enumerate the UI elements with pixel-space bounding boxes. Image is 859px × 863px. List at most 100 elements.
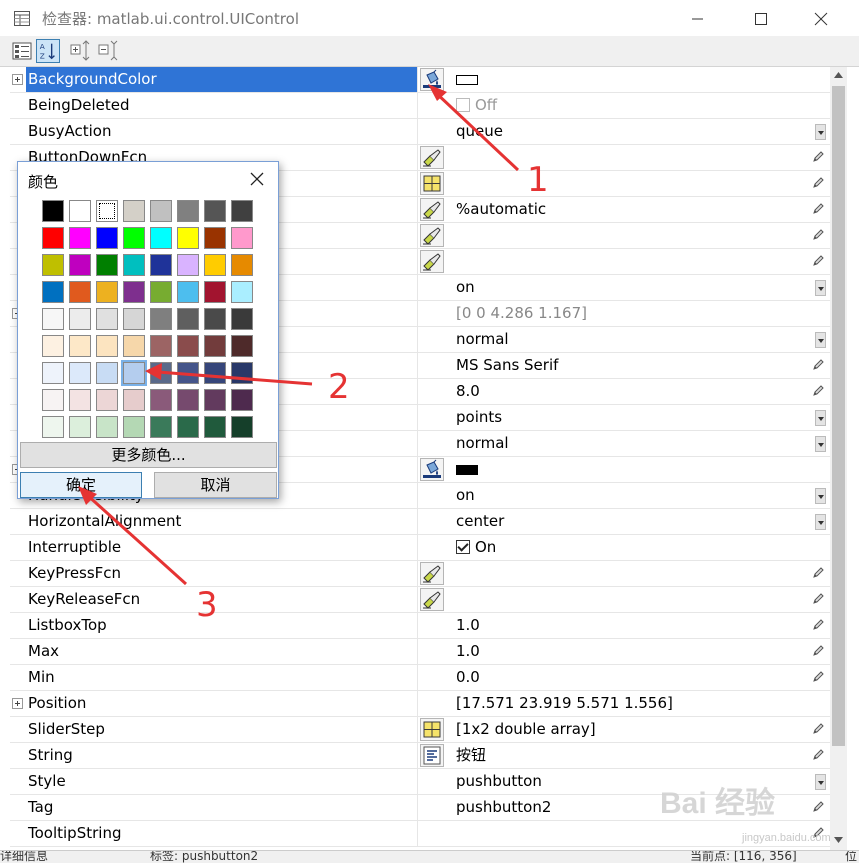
color-swatch-cell[interactable] <box>96 227 118 249</box>
pencil-icon[interactable] <box>812 593 824 605</box>
color-swatch-cell[interactable] <box>150 389 172 411</box>
color-swatch-cell[interactable] <box>121 360 147 386</box>
color-swatch-cell[interactable] <box>177 227 199 249</box>
paint-bucket-icon[interactable] <box>420 68 444 91</box>
dialog-close-icon[interactable] <box>248 170 266 188</box>
color-swatch-cell[interactable] <box>150 200 172 222</box>
pencil-icon[interactable] <box>812 671 824 683</box>
property-value[interactable]: center <box>456 509 806 534</box>
color-swatch-cell[interactable] <box>123 254 145 276</box>
property-value[interactable]: [1x2 double array] <box>456 717 806 742</box>
color-swatch-cell[interactable] <box>69 281 91 303</box>
callback-editor-icon[interactable] <box>420 198 444 221</box>
property-value[interactable]: MS Sans Serif <box>456 353 806 378</box>
color-swatch-cell[interactable] <box>231 281 253 303</box>
pencil-icon[interactable] <box>812 151 824 163</box>
pencil-icon[interactable] <box>812 619 824 631</box>
callback-editor-icon[interactable] <box>420 224 444 247</box>
color-swatch-cell[interactable] <box>96 200 118 222</box>
property-value[interactable] <box>456 561 806 586</box>
maximize-icon[interactable] <box>740 6 782 32</box>
callback-editor-icon[interactable] <box>420 562 444 585</box>
property-value[interactable] <box>456 145 806 170</box>
property-row[interactable]: BeingDeleted Off <box>10 93 830 119</box>
property-value[interactable]: queue <box>456 119 806 144</box>
property-value[interactable] <box>456 249 806 274</box>
property-value[interactable] <box>456 223 806 248</box>
color-swatch-cell[interactable] <box>204 200 226 222</box>
property-row[interactable]: KeyPressFcn <box>10 561 830 587</box>
property-value[interactable]: 按钮 <box>456 743 806 768</box>
property-value[interactable]: 0.0 <box>456 665 806 690</box>
color-swatch-cell[interactable] <box>231 200 253 222</box>
color-swatch-cell[interactable] <box>96 308 118 330</box>
property-row[interactable]: Max 1.0 <box>10 639 830 665</box>
color-swatch-cell[interactable] <box>96 254 118 276</box>
pencil-icon[interactable] <box>812 229 824 241</box>
expand-all-icon[interactable] <box>68 39 92 63</box>
array-editor-icon[interactable] <box>420 172 444 195</box>
property-value[interactable] <box>456 457 806 482</box>
sort-alpha-icon[interactable]: A Z <box>36 39 60 63</box>
pencil-icon[interactable] <box>812 801 824 813</box>
color-swatch-cell[interactable] <box>69 254 91 276</box>
expand-icon[interactable] <box>12 698 23 709</box>
property-value[interactable]: normal <box>456 431 806 456</box>
checkbox[interactable] <box>456 540 470 554</box>
dropdown-arrow-icon[interactable] <box>815 436 826 452</box>
minimize-icon[interactable] <box>676 6 718 32</box>
color-swatch-cell[interactable] <box>204 389 226 411</box>
color-swatch-cell[interactable] <box>69 362 91 384</box>
color-swatch-cell[interactable] <box>231 227 253 249</box>
color-swatch-cell[interactable] <box>42 227 64 249</box>
more-colors-button[interactable]: 更多颜色... <box>20 442 277 468</box>
checkbox[interactable] <box>456 98 470 112</box>
dropdown-arrow-icon[interactable] <box>815 124 826 140</box>
color-swatch-cell[interactable] <box>231 362 253 384</box>
array-editor-icon[interactable] <box>420 718 444 741</box>
dropdown-arrow-icon[interactable] <box>815 280 826 296</box>
pencil-icon[interactable] <box>812 749 824 761</box>
color-swatch-cell[interactable] <box>96 362 118 384</box>
property-value[interactable] <box>456 67 806 92</box>
property-value[interactable]: [17.571 23.919 5.571 1.556] <box>456 691 806 716</box>
color-swatch-cell[interactable] <box>123 416 145 438</box>
color-swatch-cell[interactable] <box>150 227 172 249</box>
dropdown-arrow-icon[interactable] <box>815 774 826 790</box>
property-value[interactable]: [0 0 4.286 1.167] <box>456 301 806 326</box>
dropdown-arrow-icon[interactable] <box>815 488 826 504</box>
color-swatch-cell[interactable] <box>96 416 118 438</box>
color-swatch-cell[interactable] <box>123 281 145 303</box>
paint-bucket-icon[interactable] <box>420 458 444 481</box>
property-row[interactable]: Min 0.0 <box>10 665 830 691</box>
color-swatch-cell[interactable] <box>42 335 64 357</box>
pencil-icon[interactable] <box>812 359 824 371</box>
color-swatch-cell[interactable] <box>42 308 64 330</box>
property-row[interactable]: Interruptible On <box>10 535 830 561</box>
color-swatch-cell[interactable] <box>231 389 253 411</box>
scroll-up-icon[interactable] <box>833 70 844 80</box>
property-value[interactable]: 1.0 <box>456 639 806 664</box>
pencil-icon[interactable] <box>812 567 824 579</box>
color-swatch-cell[interactable] <box>177 362 199 384</box>
callback-editor-icon[interactable] <box>420 588 444 611</box>
color-swatch-cell[interactable] <box>177 335 199 357</box>
color-swatch-cell[interactable] <box>150 281 172 303</box>
color-swatch-cell[interactable] <box>69 200 91 222</box>
color-swatch-cell[interactable] <box>177 389 199 411</box>
color-swatch-cell[interactable] <box>204 362 226 384</box>
color-swatch-cell[interactable] <box>42 389 64 411</box>
color-swatch-cell[interactable] <box>69 227 91 249</box>
color-swatch-cell[interactable] <box>204 227 226 249</box>
dropdown-arrow-icon[interactable] <box>815 514 826 530</box>
collapse-all-icon[interactable] <box>96 39 120 63</box>
scrollbar-thumb[interactable] <box>832 86 845 746</box>
color-swatch-cell[interactable] <box>42 281 64 303</box>
scroll-down-icon[interactable] <box>833 835 844 845</box>
color-swatch-cell[interactable] <box>123 389 145 411</box>
property-value[interactable]: on <box>456 275 806 300</box>
callback-editor-icon[interactable] <box>420 250 444 273</box>
ok-button[interactable]: 确定 <box>20 472 142 498</box>
pencil-icon[interactable] <box>812 203 824 215</box>
property-row[interactable]: BusyAction queue <box>10 119 830 145</box>
